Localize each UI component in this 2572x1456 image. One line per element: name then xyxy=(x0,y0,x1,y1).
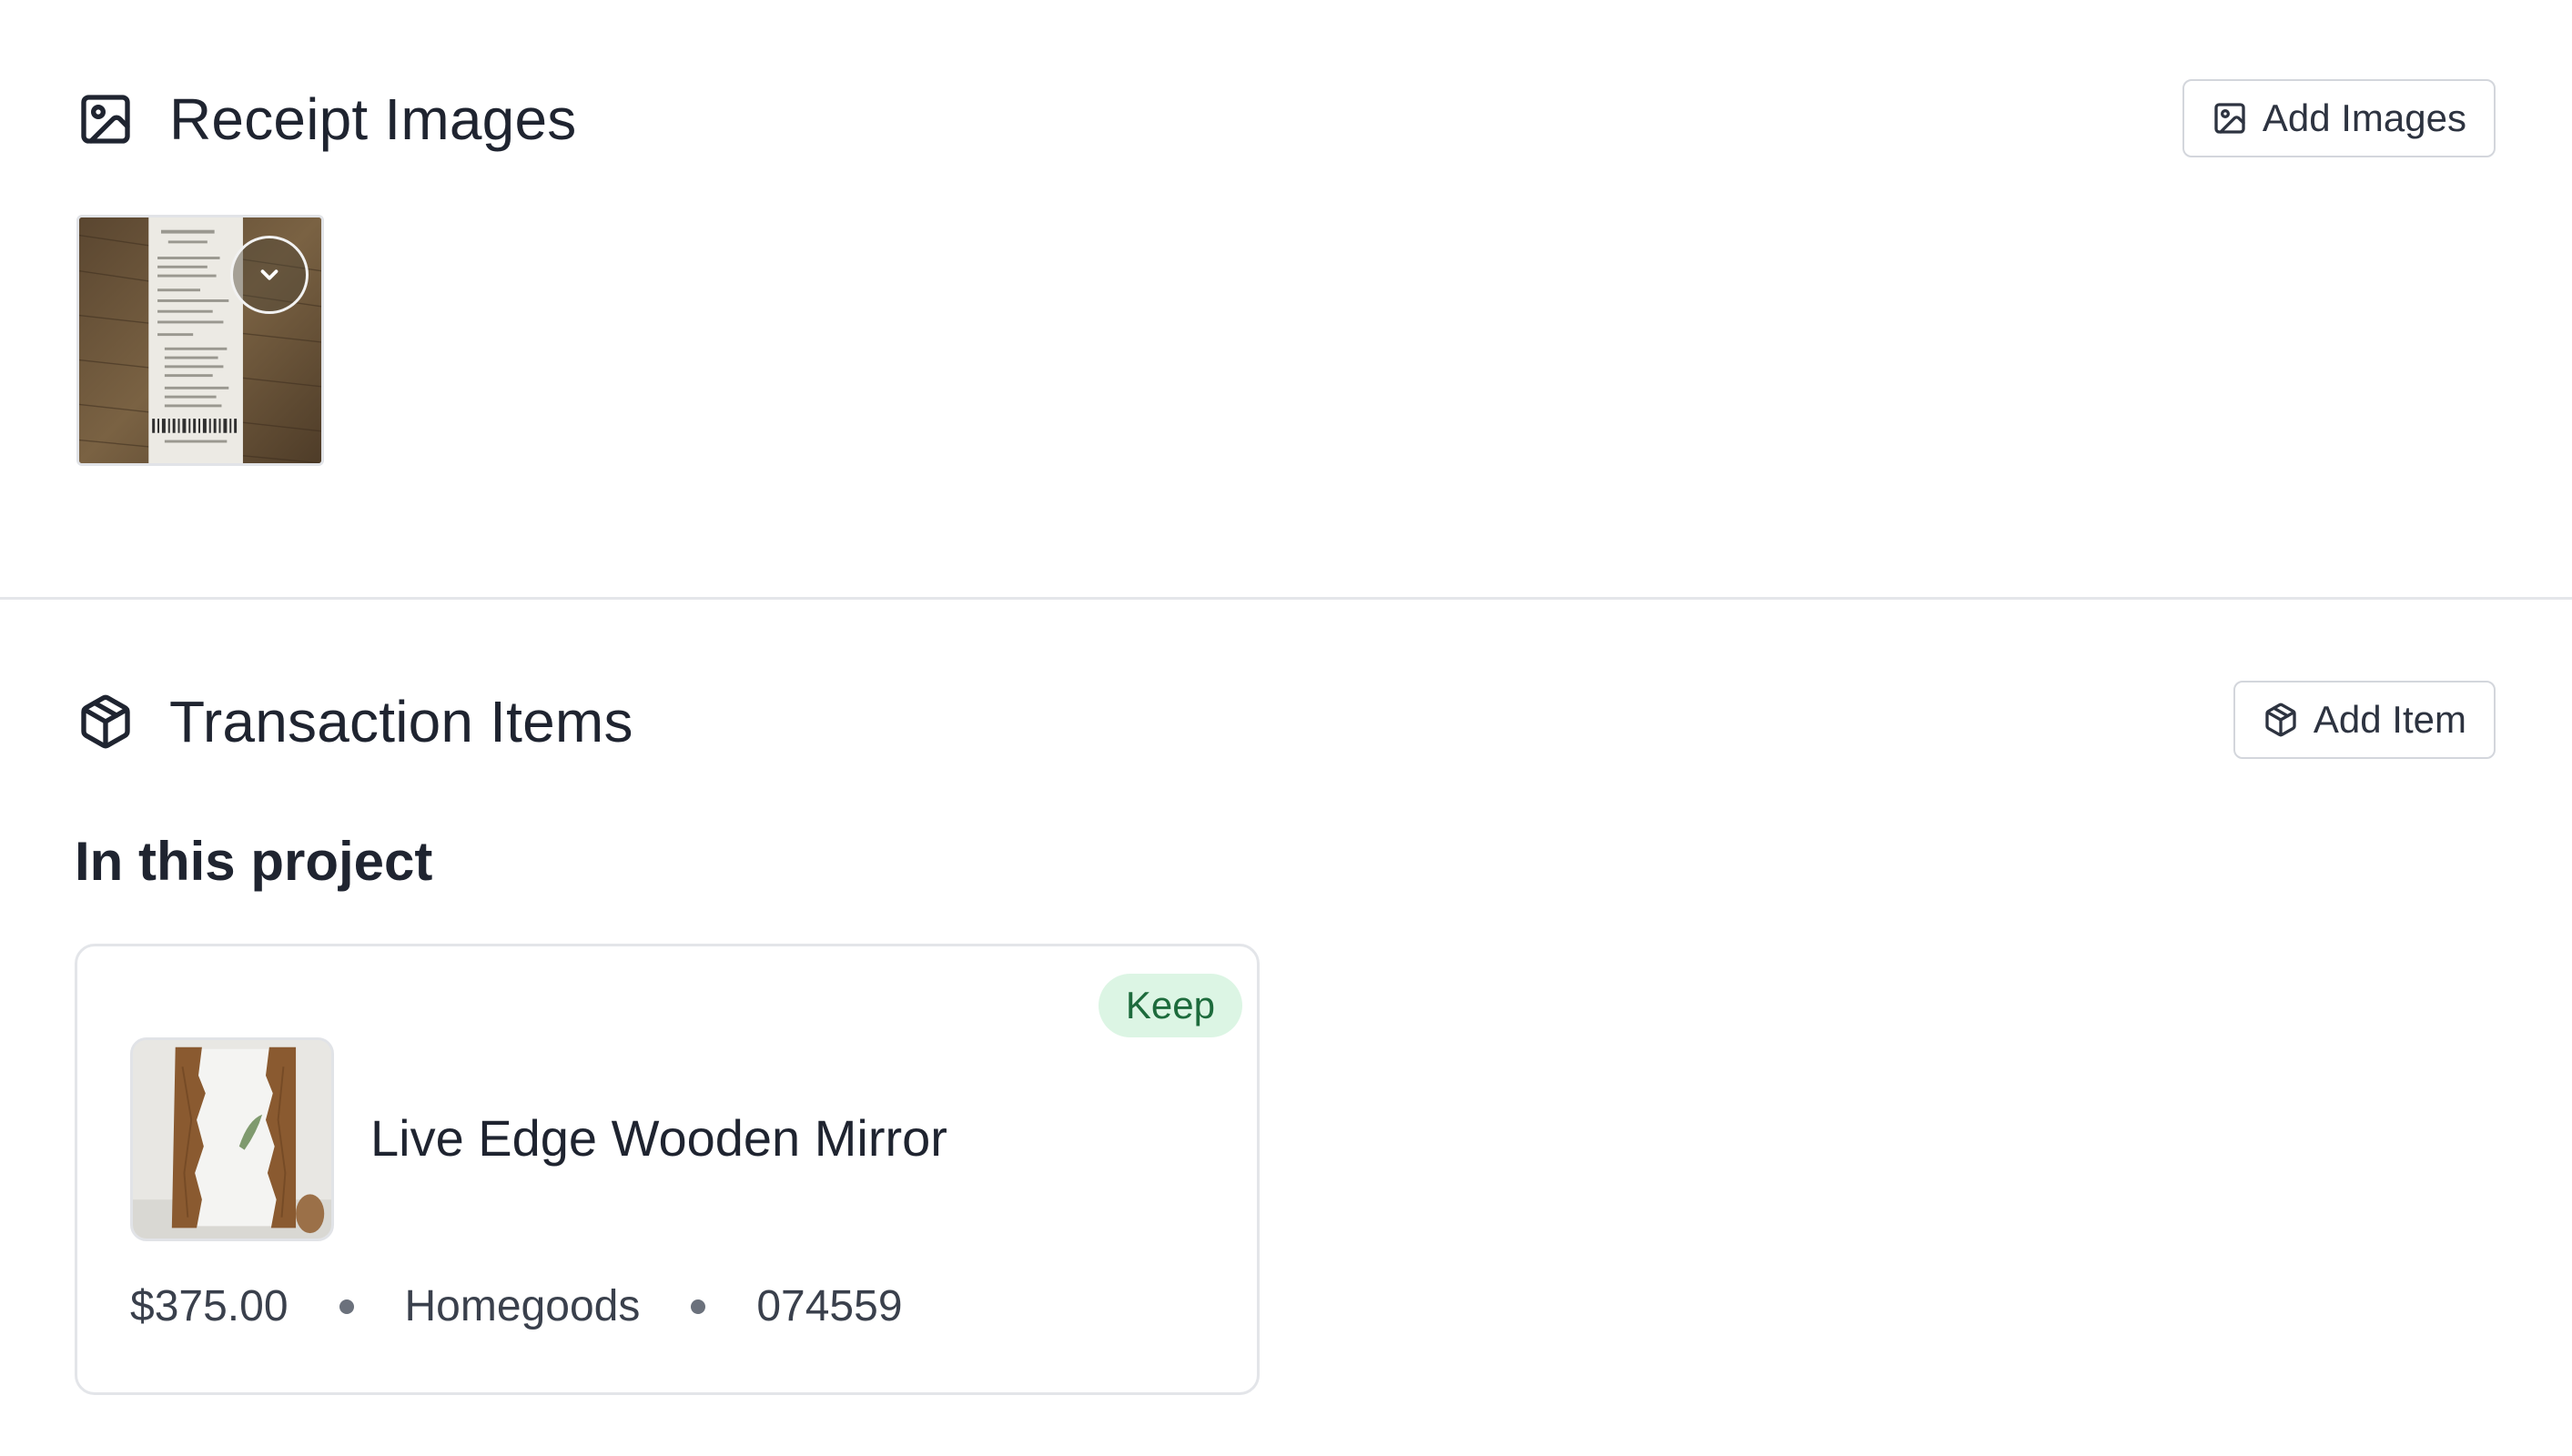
item-card[interactable]: Keep Live Edge Wooden Mirror $375.00 Hom… xyxy=(75,944,1260,1395)
item-source: Homegoods xyxy=(404,1282,641,1330)
package-icon xyxy=(75,691,137,753)
item-name: Live Edge Wooden Mirror xyxy=(370,1109,947,1167)
section-divider xyxy=(0,597,2572,600)
add-item-label: Add Item xyxy=(2313,698,2466,741)
separator-dot xyxy=(691,1299,706,1314)
item-price: $375.00 xyxy=(130,1282,289,1330)
receipt-images-section: Receipt Images Add Images xyxy=(0,0,2572,597)
item-sku: 074559 xyxy=(756,1282,903,1330)
add-images-button[interactable]: Add Images xyxy=(2182,79,2496,157)
group-heading: In this project xyxy=(75,831,433,892)
image-icon xyxy=(2214,103,2245,134)
chevron-down-icon xyxy=(260,269,278,280)
separator-dot xyxy=(339,1299,354,1314)
add-images-label: Add Images xyxy=(2262,96,2466,139)
transaction-items-header: Transaction Items xyxy=(75,688,633,755)
section-title: Transaction Items xyxy=(169,689,633,754)
add-item-button[interactable]: Add Item xyxy=(2233,681,2496,759)
receipt-images-header: Receipt Images xyxy=(75,86,576,153)
image-icon xyxy=(75,88,137,150)
status-badge: Keep xyxy=(1098,974,1242,1037)
image-menu-button[interactable] xyxy=(230,236,309,314)
product-photo xyxy=(133,1040,331,1239)
section-title: Receipt Images xyxy=(169,86,577,152)
receipt-thumbnail[interactable] xyxy=(76,215,324,466)
package-icon xyxy=(2265,703,2296,737)
item-meta: $375.00 Homegoods 074559 xyxy=(130,1281,903,1331)
item-thumbnail xyxy=(130,1037,334,1241)
